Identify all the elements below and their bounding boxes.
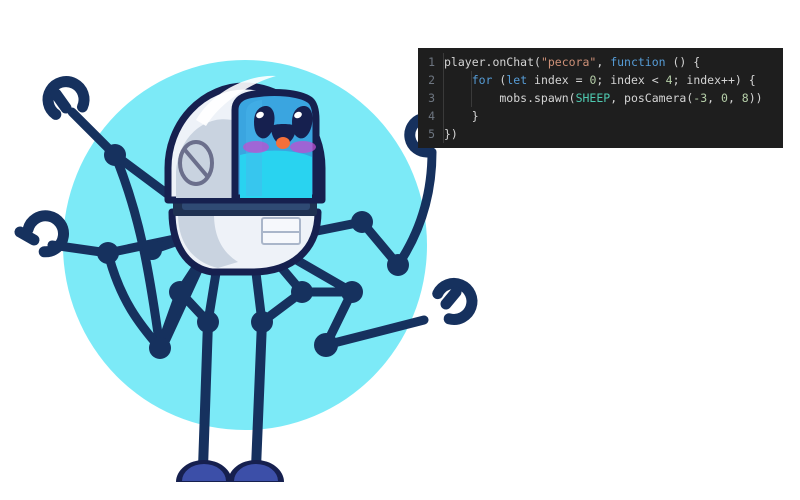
line-number: 1 [428, 55, 435, 69]
code-line: mobs.spawn(SHEEP, posCamera(-3, 0, 8)) [444, 89, 783, 107]
code-token: 4 [665, 73, 673, 87]
code-text-area[interactable]: player.onChat("pecora", function () { fo… [440, 48, 783, 148]
code-token: index = [527, 73, 590, 87]
line-number: 3 [428, 91, 435, 105]
code-token: 0 [721, 91, 728, 105]
blush-left [243, 141, 269, 153]
code-line: }) [444, 125, 783, 143]
code-token: let [506, 73, 528, 87]
tongue [276, 137, 290, 149]
line-number: 5 [428, 127, 435, 141]
line-number: 4 [428, 109, 435, 123]
code-token: player.onChat( [444, 55, 541, 69]
code-token: }) [444, 127, 458, 141]
code-token: } [444, 109, 479, 123]
code-token: -3 [693, 91, 708, 105]
code-line: } [444, 107, 783, 125]
code-token: )) [748, 91, 763, 105]
code-token: , [707, 91, 721, 105]
code-token: , posCamera( [610, 91, 694, 105]
code-token: ( [492, 73, 507, 87]
robot-feet [176, 460, 284, 482]
code-token: function [610, 55, 666, 69]
blush-right [290, 141, 316, 153]
code-token: for [471, 73, 493, 87]
robot-lower-body [168, 208, 322, 276]
code-token: ; index++) { [672, 73, 756, 87]
line-number: 2 [428, 73, 435, 87]
code-token: SHEEP [575, 91, 611, 105]
code-token: , [727, 91, 742, 105]
code-token: ; index < [596, 73, 666, 87]
line-number-gutter: 1 2 3 4 5 [418, 48, 440, 148]
code-line: for (let index = 0; index < 4; index++) … [444, 71, 783, 89]
screenshot-canvas: 1 2 3 4 5 player.onChat("pecora", functi… [0, 0, 800, 500]
code-token: "pecora" [540, 55, 597, 69]
code-token: , [596, 55, 611, 69]
code-token: 8 [741, 91, 749, 105]
code-line: player.onChat("pecora", function () { [444, 53, 783, 71]
code-token: () { [665, 55, 701, 69]
code-editor-panel[interactable]: 1 2 3 4 5 player.onChat("pecora", functi… [418, 48, 783, 148]
code-token: mobs.spawn( [444, 91, 576, 105]
